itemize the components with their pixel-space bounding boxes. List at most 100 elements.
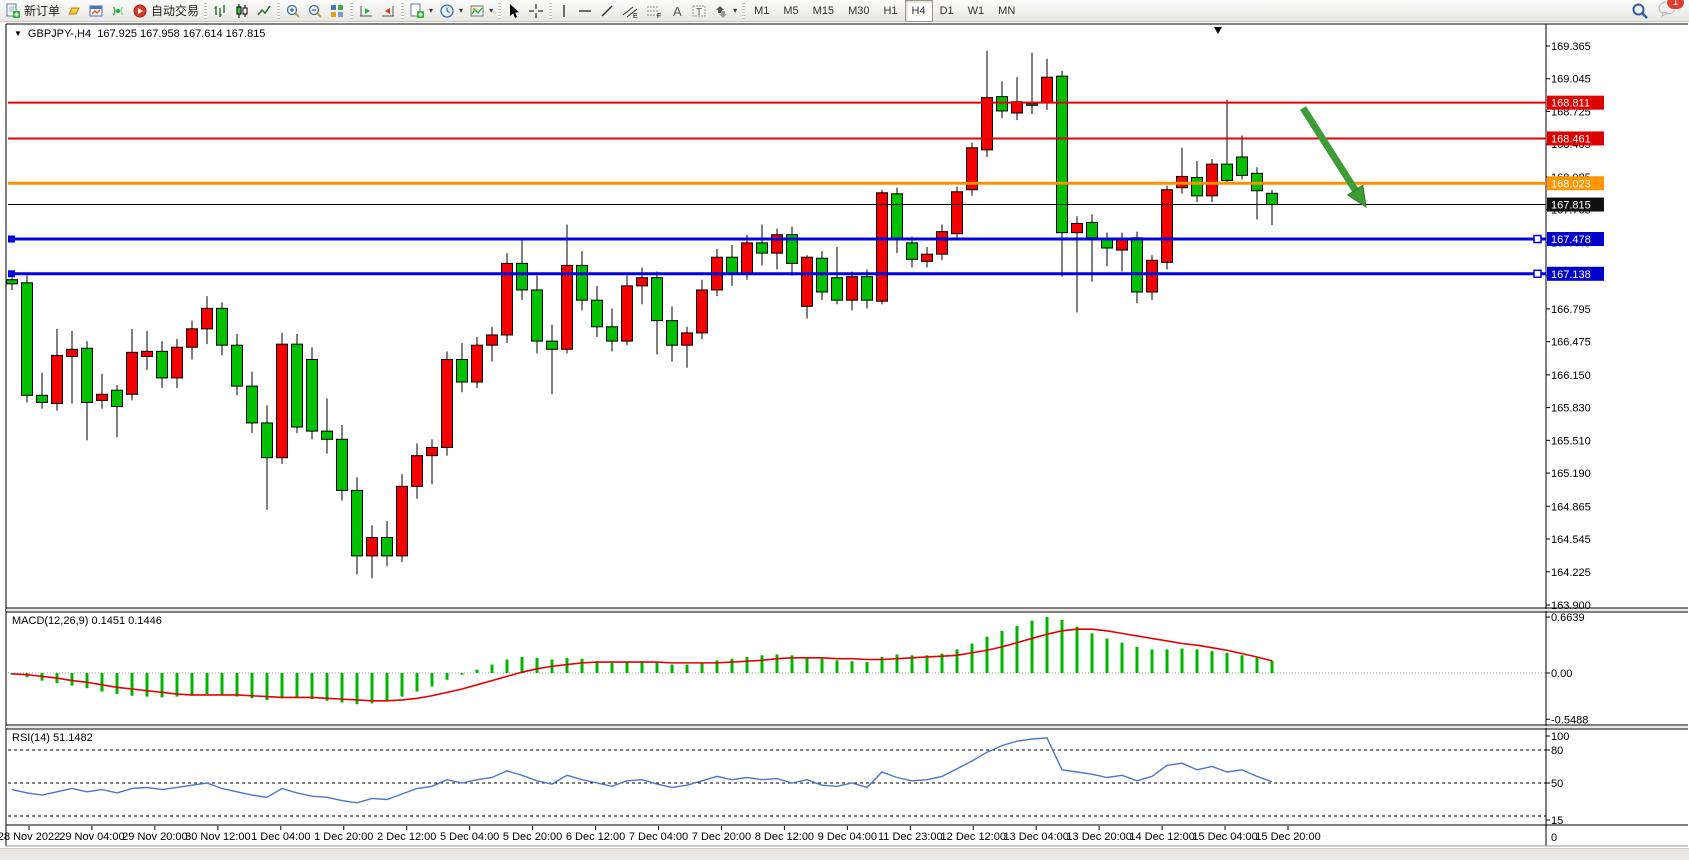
tile-windows-button[interactable] (326, 1, 348, 21)
zoom-out-button[interactable] (304, 1, 326, 21)
templates-icon (469, 3, 485, 19)
zoom-in-button[interactable] (282, 1, 304, 21)
svg-text:15: 15 (1551, 815, 1563, 827)
svg-text:-0.5488: -0.5488 (1551, 714, 1588, 726)
timeframe-h1-button[interactable]: H1 (876, 0, 904, 22)
svg-text:12 Dec 12:00: 12 Dec 12:00 (941, 831, 1006, 843)
svg-text:13 Dec 04:00: 13 Dec 04:00 (1003, 831, 1068, 843)
auto-scroll-button[interactable] (355, 1, 377, 21)
symbol-label: ▼GBPJPY-,H4 167.925 167.958 167.614 167.… (14, 28, 265, 40)
line-chart-icon (256, 3, 272, 19)
svg-text:E: E (633, 13, 638, 19)
templates-button[interactable]: ▾ (466, 1, 496, 21)
svg-text:1 Dec 20:00: 1 Dec 20:00 (314, 831, 373, 843)
timeframe-w1-button[interactable]: W1 (961, 0, 992, 22)
periods-button[interactable]: ▾ (436, 1, 466, 21)
timeframe-d1-button[interactable]: D1 (933, 0, 961, 22)
status-bar (0, 848, 1689, 860)
text-label-button[interactable]: T (688, 1, 710, 21)
text-a-icon: A (669, 3, 685, 19)
autotrading-button[interactable]: 自动交易 (129, 1, 202, 21)
toolbar-grip (401, 3, 404, 19)
arrows-button[interactable]: ▾ (710, 1, 740, 21)
new-order-icon (5, 3, 21, 19)
signals-button[interactable] (107, 1, 129, 21)
arrows-icon (713, 3, 729, 19)
svg-text:28 Nov 2022: 28 Nov 2022 (0, 831, 60, 843)
crosshair-button[interactable] (525, 1, 547, 21)
auto-scroll-icon (358, 3, 374, 19)
axis-zero-label: 0 (1551, 832, 1557, 844)
line-chart-button[interactable] (253, 1, 275, 21)
toolbar-grip (277, 3, 280, 19)
autotrading-icon (132, 3, 148, 19)
svg-text:167.138: 167.138 (1551, 269, 1591, 281)
svg-text:167.478: 167.478 (1551, 234, 1591, 246)
collapse-triangle-icon[interactable]: ▼ (14, 29, 22, 38)
svg-text:169.365: 169.365 (1551, 41, 1591, 53)
svg-text:5 Dec 20:00: 5 Dec 20:00 (503, 831, 562, 843)
svg-text:F: F (657, 13, 661, 19)
text-button[interactable]: A (666, 1, 688, 21)
svg-text:164.545: 164.545 (1551, 534, 1591, 546)
search-icon[interactable] (1631, 2, 1649, 20)
timeframe-m1-button[interactable]: M1 (747, 0, 776, 22)
gold-bar-button[interactable] (63, 1, 85, 21)
horizontal-line-icon (577, 3, 593, 19)
dropdown-caret-icon: ▾ (733, 6, 737, 15)
svg-text:5 Dec 04:00: 5 Dec 04:00 (440, 831, 499, 843)
bar-chart-button[interactable] (209, 1, 231, 21)
vertical-line-icon (557, 3, 571, 19)
svg-text:166.150: 166.150 (1551, 370, 1591, 382)
mt4-application: 新订单 自动交易 (0, 0, 1689, 860)
macd-indicator-label: MACD(12,26,9) 0.1451 0.1446 (12, 615, 162, 627)
new-order-label: 新订单 (24, 2, 60, 19)
svg-text:2 Dec 12:00: 2 Dec 12:00 (377, 831, 436, 843)
timeframe-h4-button[interactable]: H4 (905, 0, 933, 22)
svg-text:29 Nov 20:00: 29 Nov 20:00 (122, 831, 187, 843)
svg-text:80: 80 (1551, 745, 1563, 757)
timeframe-mn-button[interactable]: MN (991, 0, 1022, 22)
toolbar-grip (742, 3, 745, 19)
timeframe-m5-button[interactable]: M5 (776, 0, 805, 22)
cursor-icon (506, 3, 522, 19)
svg-text:163.900: 163.900 (1551, 600, 1591, 612)
candlestick-chart-button[interactable] (231, 1, 253, 21)
chart-window-button[interactable] (85, 1, 107, 21)
chart-shift-button[interactable] (377, 1, 399, 21)
svg-text:1 Dec 04:00: 1 Dec 04:00 (251, 831, 310, 843)
cursor-button[interactable] (503, 1, 525, 21)
chart-shift-icon (380, 3, 396, 19)
toolbar: 新订单 自动交易 (0, 0, 1689, 22)
fibonacci-button[interactable]: F (642, 1, 666, 21)
new-chart-button[interactable]: ▾ (406, 1, 436, 21)
clock-icon (439, 3, 455, 19)
toolbar-grip (350, 3, 353, 19)
zoom-out-icon (307, 3, 323, 19)
trendline-button[interactable] (596, 1, 618, 21)
svg-text:168.023: 168.023 (1551, 178, 1591, 190)
horizontal-line-button[interactable] (574, 1, 596, 21)
svg-text:168.811: 168.811 (1551, 98, 1590, 110)
candlestick-chart-icon (234, 3, 250, 19)
svg-text:7 Dec 04:00: 7 Dec 04:00 (629, 831, 688, 843)
svg-text:164.865: 164.865 (1551, 501, 1591, 513)
timeframe-m30-button[interactable]: M30 (841, 0, 876, 22)
dropdown-caret-icon: ▾ (459, 6, 463, 15)
toolbar-grip (498, 3, 501, 19)
svg-text:13 Dec 20:00: 13 Dec 20:00 (1066, 831, 1131, 843)
timeframe-m15-button[interactable]: M15 (806, 0, 841, 22)
chart-canvas[interactable]: 169.365169.045168.725168.405168.085167.7… (0, 22, 1689, 848)
svg-text:6 Dec 12:00: 6 Dec 12:00 (566, 831, 625, 843)
svg-text:0.6639: 0.6639 (1551, 612, 1585, 624)
gold-bar-icon (66, 3, 82, 19)
svg-text:11 Dec 23:00: 11 Dec 23:00 (878, 831, 943, 843)
svg-text:15 Dec 04:00: 15 Dec 04:00 (1192, 831, 1257, 843)
notifications-button[interactable]: 1 (1657, 1, 1677, 20)
equidistant-channel-button[interactable]: E (618, 1, 642, 21)
dropdown-caret-icon: ▾ (489, 6, 493, 15)
new-order-button[interactable]: 新订单 (2, 1, 63, 21)
vertical-line-button[interactable] (554, 1, 574, 21)
svg-text:168.461: 168.461 (1551, 133, 1591, 145)
dropdown-caret-icon: ▾ (429, 6, 433, 15)
